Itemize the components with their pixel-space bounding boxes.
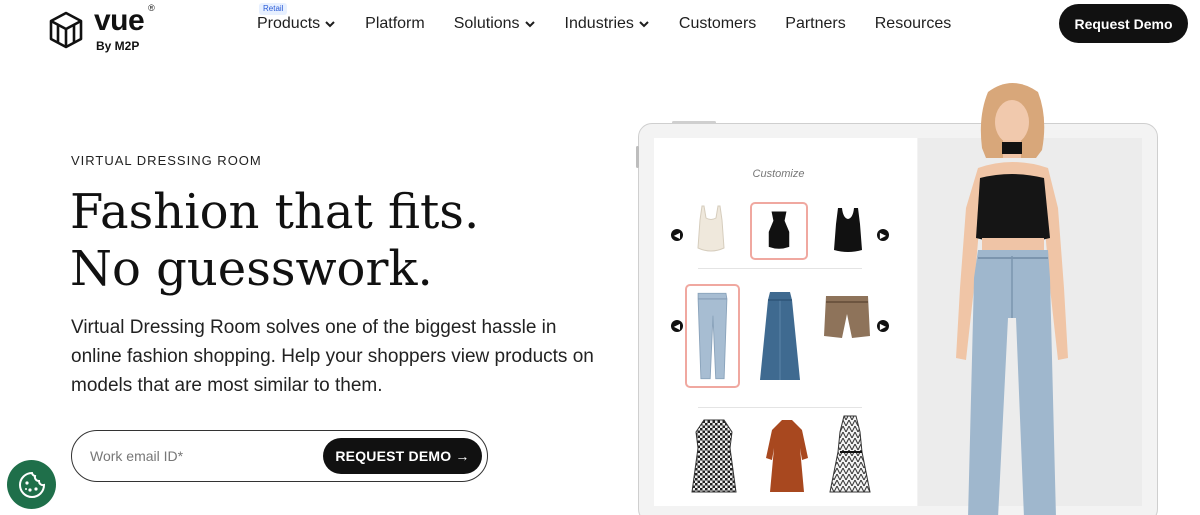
customize-label: Customize [752,168,805,180]
chevron-down-icon [325,21,335,28]
retail-badge: Retail [259,3,288,15]
nav-customers[interactable]: Customers [679,15,756,33]
nav-resources[interactable]: Resources [875,15,951,33]
denim-midi-skirt-thumb[interactable] [758,290,802,384]
nav-products[interactable]: Retail Products [257,3,336,33]
chevron-left-icon: ◀ [673,230,681,240]
patterned-slip-dress-thumb[interactable] [828,414,872,494]
row2-prev-arrow[interactable]: ◀ [671,320,683,332]
row1-next-arrow[interactable]: ▶ [877,229,889,241]
model-figure [956,83,1068,515]
logo-subtitle: By M2P [96,39,140,53]
cream-crop-top-thumb[interactable] [693,204,729,256]
chevron-right-icon: ▶ [879,230,887,240]
nav-solutions[interactable]: Solutions [454,15,536,33]
light-wash-jeans-thumb[interactable] [685,284,740,388]
logo-wordmark: vue ® [94,3,155,37]
nav-partners[interactable]: Partners [785,15,845,33]
logo[interactable]: vue ® By M2P [46,3,155,53]
brown-shorts-thumb[interactable] [822,292,872,342]
row-divider [698,268,862,269]
nav-industries[interactable]: Industries [565,15,650,33]
row-divider [698,407,862,408]
work-email-input[interactable] [90,445,310,467]
chevron-left-icon: ◀ [673,321,681,331]
nav-platform[interactable]: Platform [365,15,425,33]
hero-headline: Fashion that fits. No guesswork. [70,184,479,298]
main-nav: Retail Products Platform Solutions Indus… [257,3,980,34]
row2-next-arrow[interactable]: ▶ [877,320,889,332]
tablet-top-button [672,121,716,124]
houndstooth-dress-thumb[interactable] [690,418,738,494]
black-tank-top-thumb[interactable] [830,206,866,256]
chevron-down-icon [524,21,535,28]
row1-prev-arrow[interactable]: ◀ [671,229,683,241]
request-demo-button[interactable]: Request Demo [1059,4,1188,43]
hero-eyebrow: VIRTUAL DRESSING ROOM [71,153,262,168]
headline-line-2: No guesswork. [70,241,433,297]
vue-cube-logo-icon [49,11,83,49]
headline-line-1: Fashion that fits. [70,184,480,240]
request-demo-submit-button[interactable]: REQUEST DEMO → [323,438,482,474]
rust-knit-dress-thumb[interactable] [764,418,810,494]
cookie-icon [18,471,45,498]
hero-subcopy: Virtual Dressing Room solves one of the … [71,317,594,396]
chevron-down-icon [639,21,649,28]
tablet-side-button [636,146,639,168]
chevron-right-icon: ▶ [879,321,887,331]
black-halter-top-thumb[interactable] [750,202,808,260]
demo-email-form: REQUEST DEMO → [71,430,488,482]
cookie-settings-button[interactable] [7,460,56,509]
